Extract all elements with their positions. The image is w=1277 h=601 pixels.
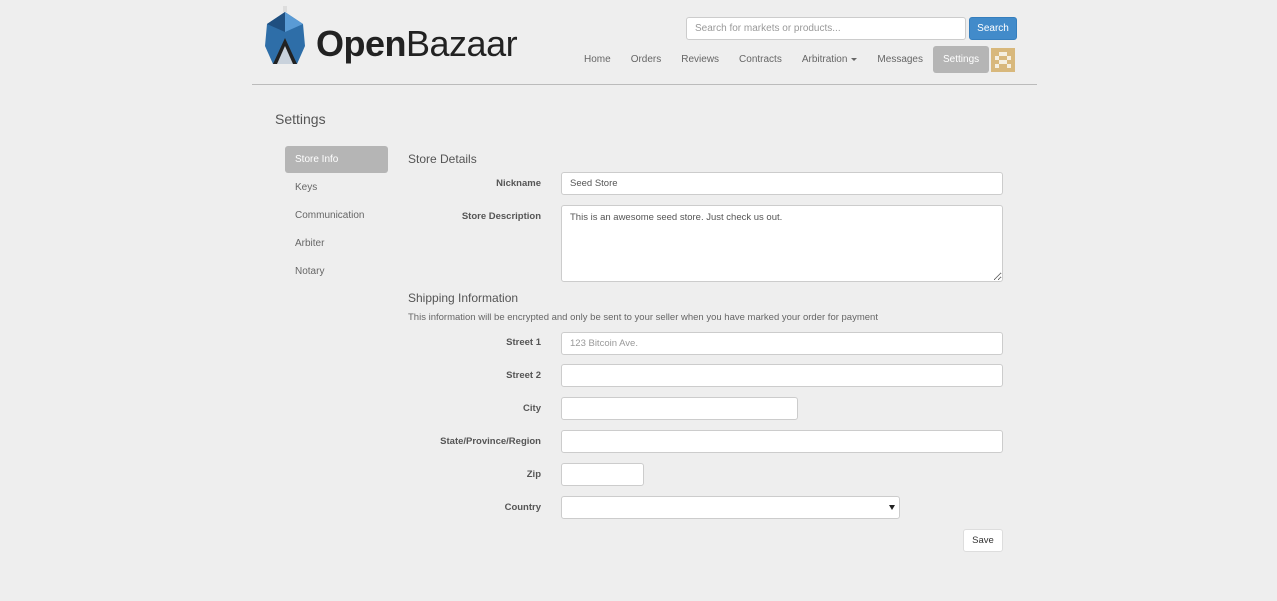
zip-label: Zip [526, 469, 541, 480]
settings-sidebar: Store Info Keys Communication Arbiter No… [285, 146, 388, 286]
nav-item-arbitration[interactable]: Arbitration [792, 46, 868, 73]
sidebar-item-notary[interactable]: Notary [285, 258, 388, 285]
dropdown-arrow-icon [889, 505, 895, 510]
store-description-label: Store Description [461, 211, 541, 222]
street1-field[interactable] [561, 332, 1003, 355]
search-input[interactable] [686, 17, 966, 40]
street2-label: Street 2 [506, 370, 541, 381]
nav-item-reviews[interactable]: Reviews [671, 46, 729, 73]
city-label: City [523, 403, 541, 414]
caret-down-icon [851, 57, 858, 61]
nav-item-messages[interactable]: Messages [867, 46, 933, 73]
pixel-avatar-icon[interactable] [991, 48, 1015, 72]
sidebar-item-store-info[interactable]: Store Info [285, 146, 388, 173]
country-label: Country [504, 502, 541, 513]
sidebar-item-arbiter[interactable]: Arbiter [285, 230, 388, 257]
header-divider [252, 84, 1037, 85]
nav-item-home[interactable]: Home [574, 46, 621, 73]
logo-wordmark: OpenBazaar [316, 23, 518, 64]
nav-item-arbitration-label: Arbitration [801, 54, 848, 65]
openbazaar-logo-icon [265, 6, 305, 64]
openbazaar-logo[interactable]: OpenBazaar [261, 6, 518, 68]
save-button[interactable]: Save [963, 529, 1003, 552]
store-details-heading: Store Details [408, 152, 477, 166]
search-button[interactable]: Search [969, 17, 1017, 40]
state-field[interactable] [561, 430, 1003, 453]
sidebar-item-keys[interactable]: Keys [285, 174, 388, 201]
nav-item-contracts[interactable]: Contracts [729, 46, 792, 73]
store-description-field[interactable]: This is an awesome seed store. Just chec… [561, 205, 1003, 282]
state-label: State/Province/Region [440, 436, 541, 447]
nav-item-orders[interactable]: Orders [621, 46, 672, 73]
nickname-field[interactable] [561, 172, 1003, 195]
country-select[interactable] [561, 496, 900, 519]
nickname-label: Nickname [496, 178, 541, 189]
street2-field[interactable] [561, 364, 1003, 387]
shipping-information-note: This information will be encrypted and o… [408, 312, 878, 323]
street1-label: Street 1 [506, 337, 541, 348]
zip-field[interactable] [561, 463, 644, 486]
nav-item-settings[interactable]: Settings [933, 46, 990, 73]
main-nav: Home Orders Reviews Contracts Arbitratio… [574, 46, 990, 73]
city-field[interactable] [561, 397, 798, 420]
sidebar-item-communication[interactable]: Communication [285, 202, 388, 229]
page-title: Settings [275, 111, 326, 127]
shipping-information-heading: Shipping Information [408, 291, 519, 305]
